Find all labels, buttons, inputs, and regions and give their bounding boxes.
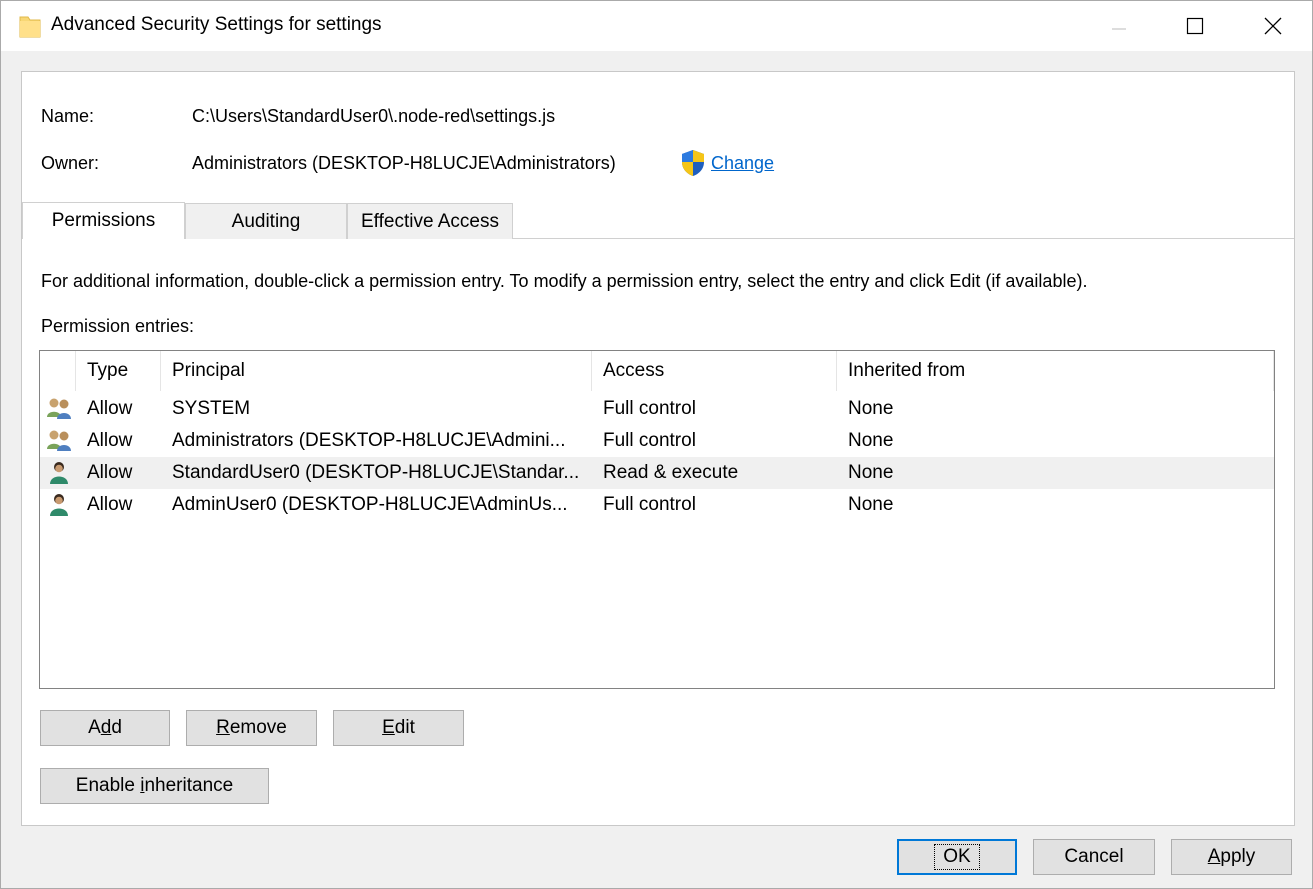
- maximize-button[interactable]: [1157, 1, 1233, 51]
- column-header-type[interactable]: Type: [76, 351, 161, 391]
- remove-button-label: Remove: [216, 717, 287, 738]
- folder-icon: [19, 16, 41, 38]
- content-panel: Name: C:\Users\StandardUser0\.node-red\s…: [21, 71, 1295, 826]
- change-owner-link[interactable]: Change: [711, 153, 774, 174]
- row-principal: SYSTEM: [172, 398, 251, 419]
- apply-button[interactable]: Apply: [1171, 839, 1292, 875]
- permission-entries-list[interactable]: Type Principal Access Inherited from All…: [39, 350, 1275, 689]
- user-icon: [50, 494, 68, 516]
- dialog-window: Advanced Security Settings for settings …: [0, 0, 1313, 889]
- tab-permissions[interactable]: Permissions: [22, 202, 185, 239]
- apply-button-label: Apply: [1207, 846, 1256, 867]
- ok-button[interactable]: OK: [897, 839, 1017, 875]
- instructions-text: For additional information, double-click…: [41, 271, 1088, 291]
- add-button[interactable]: Add: [40, 710, 170, 746]
- row-type: Allow: [87, 494, 133, 515]
- row-access: Full control: [603, 430, 696, 451]
- edit-button[interactable]: Edit: [333, 710, 464, 746]
- row-inherited: None: [848, 462, 894, 483]
- user-group-icon: [47, 398, 71, 419]
- column-header-inherited[interactable]: Inherited from: [837, 351, 1274, 391]
- enable-inheritance-button[interactable]: Enable inheritance: [40, 768, 269, 804]
- enable-inheritance-label: Enable inheritance: [75, 775, 234, 796]
- row-type: Allow: [87, 398, 133, 419]
- user-icon: [50, 462, 68, 484]
- row-principal: AdminUser0 (DESKTOP-H8LUCJE\AdminUs...: [172, 494, 568, 515]
- row-access: Read & execute: [603, 462, 739, 483]
- window-title: Advanced Security Settings for settings: [51, 14, 382, 35]
- uac-shield-icon: [682, 150, 704, 176]
- table-row[interactable]: Allow Administrators (DESKTOP-H8LUCJE\Ad…: [40, 425, 1274, 457]
- close-icon: [1264, 17, 1282, 35]
- row-access: Full control: [603, 494, 696, 515]
- tab-auditing[interactable]: Auditing: [185, 203, 347, 239]
- close-button[interactable]: [1235, 1, 1311, 51]
- row-access: Full control: [603, 398, 696, 419]
- cancel-button[interactable]: Cancel: [1033, 839, 1155, 875]
- tab-effective-access[interactable]: Effective Access: [347, 203, 513, 239]
- column-header-icon: [40, 351, 76, 391]
- table-row[interactable]: Allow SYSTEM Full control None: [40, 393, 1274, 425]
- name-label: Name:: [41, 106, 95, 126]
- row-principal: StandardUser0 (DESKTOP-H8LUCJE\Standar..…: [172, 462, 580, 483]
- user-group-icon: [47, 430, 71, 451]
- minimize-icon: [1112, 28, 1126, 30]
- cancel-button-label: Cancel: [1064, 846, 1124, 867]
- name-value: C:\Users\StandardUser0\.node-red\setting…: [192, 106, 556, 126]
- row-principal: Administrators (DESKTOP-H8LUCJE\Admini..…: [172, 430, 566, 451]
- row-type: Allow: [87, 430, 133, 451]
- owner-label: Owner:: [41, 153, 100, 173]
- row-inherited: None: [848, 430, 894, 451]
- remove-button[interactable]: Remove: [186, 710, 317, 746]
- maximize-icon: [1186, 17, 1204, 35]
- column-header-principal[interactable]: Principal: [161, 351, 592, 391]
- table-row-selected[interactable]: Allow StandardUser0 (DESKTOP-H8LUCJE\Sta…: [40, 457, 1274, 489]
- edit-button-label: Edit: [382, 717, 415, 738]
- row-inherited: None: [848, 494, 894, 515]
- permission-entries-label: Permission entries:: [41, 316, 195, 336]
- ok-button-label: OK: [934, 844, 980, 870]
- row-inherited: None: [848, 398, 894, 419]
- table-row[interactable]: Allow AdminUser0 (DESKTOP-H8LUCJE\AdminU…: [40, 489, 1274, 521]
- owner-value: Administrators (DESKTOP-H8LUCJE\Administ…: [192, 153, 616, 173]
- title-bar[interactable]: Advanced Security Settings for settings: [1, 1, 1312, 51]
- add-button-label: Add: [88, 717, 122, 738]
- row-type: Allow: [87, 462, 133, 483]
- minimize-button[interactable]: [1081, 1, 1157, 51]
- column-header-access[interactable]: Access: [592, 351, 837, 391]
